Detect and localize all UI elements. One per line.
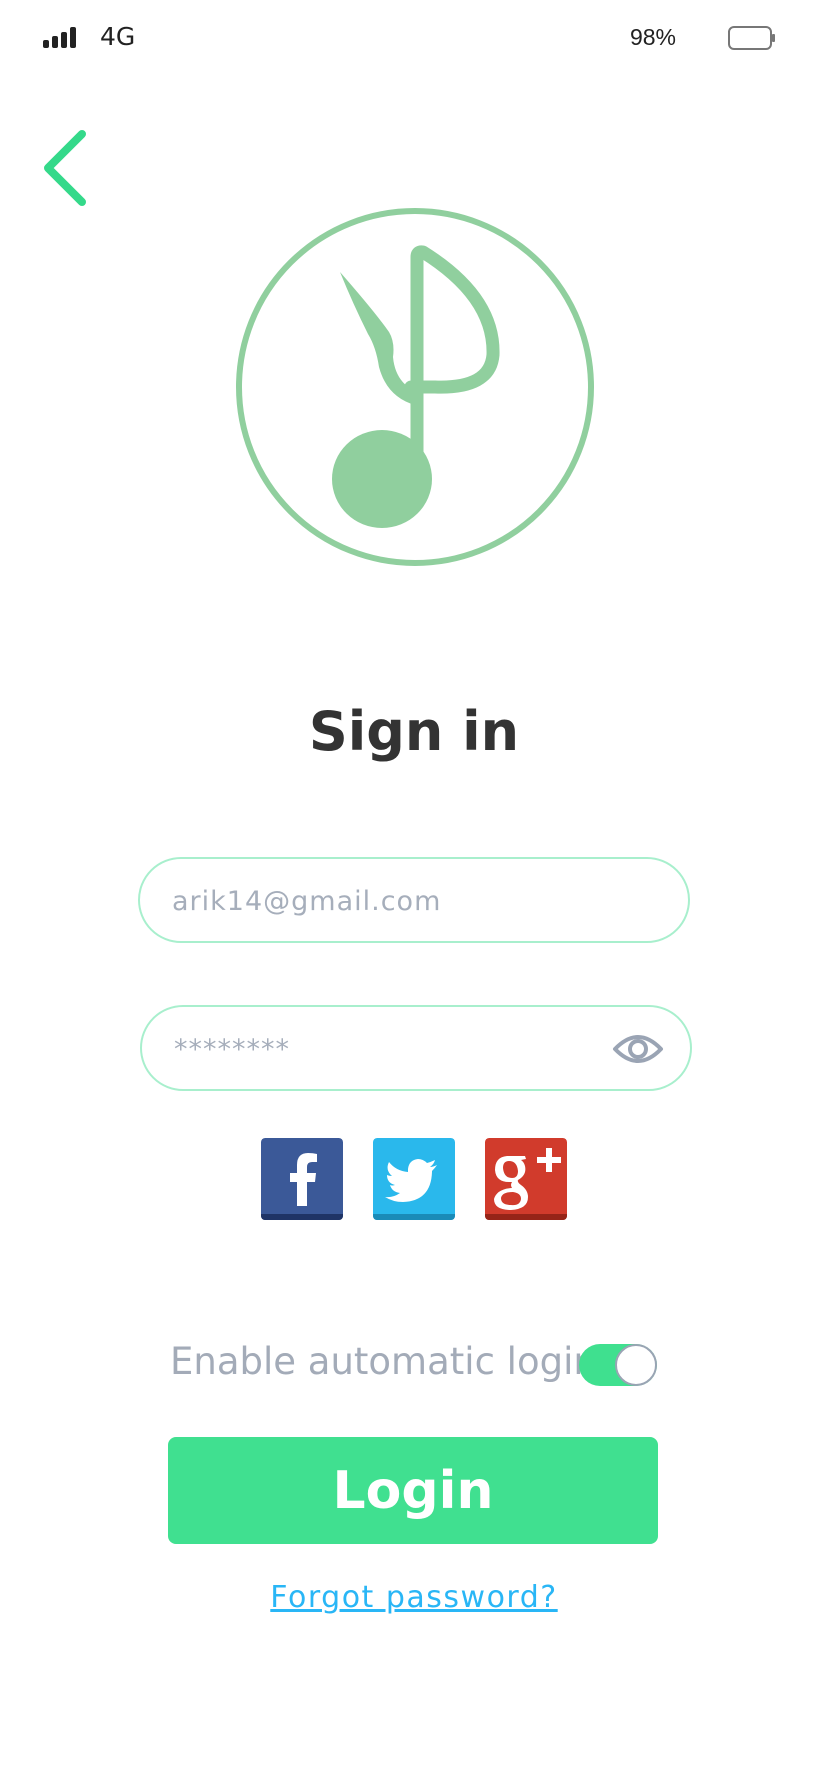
page-title: Sign in <box>308 700 520 763</box>
eye-icon[interactable] <box>612 1029 664 1069</box>
email-field[interactable] <box>138 857 690 943</box>
network-type: 4G <box>100 22 136 51</box>
toggle-knob <box>615 1344 657 1386</box>
battery-icon <box>728 26 775 50</box>
login-button[interactable]: Login <box>168 1437 658 1544</box>
facebook-icon <box>261 1138 343 1220</box>
password-input[interactable] <box>172 1007 596 1091</box>
chevron-left-icon[interactable] <box>38 124 98 212</box>
status-bar: 4G 98% <box>0 0 828 76</box>
password-field[interactable] <box>140 1005 692 1091</box>
google-plus-login-button[interactable] <box>485 1138 567 1220</box>
forgot-password-link[interactable]: Forgot password? <box>0 1580 828 1615</box>
music-note-icon <box>236 208 594 566</box>
auto-login-label: Enable automatic login <box>170 1340 597 1383</box>
twitter-login-button[interactable] <box>373 1138 455 1220</box>
email-input[interactable] <box>170 859 664 943</box>
auto-login-toggle[interactable] <box>579 1344 657 1386</box>
twitter-icon <box>373 1138 455 1220</box>
facebook-login-button[interactable] <box>261 1138 343 1220</box>
signal-strength-icon <box>43 27 76 48</box>
battery-percent: 98% <box>629 24 676 50</box>
google-plus-icon <box>485 1138 567 1220</box>
